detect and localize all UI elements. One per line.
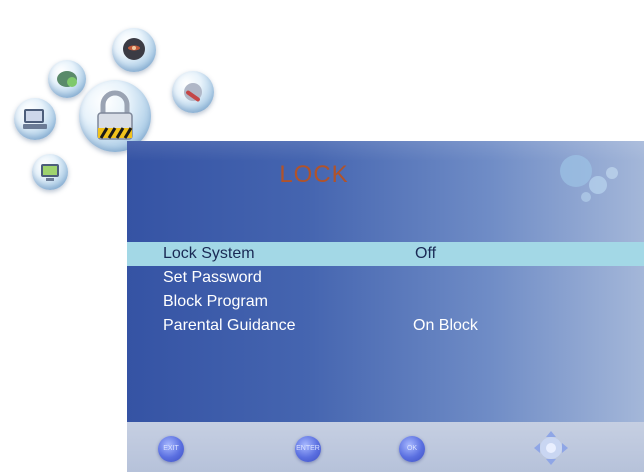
- lock-system-value: Off: [415, 245, 437, 262]
- pc-icon: [14, 98, 56, 140]
- bottom-navigation-bar: EXIT ENTER OK: [127, 422, 644, 472]
- sound-icon: [112, 28, 156, 72]
- menu-item-lock-system[interactable]: Lock System Off: [127, 242, 644, 266]
- settings-icon: [172, 71, 214, 113]
- menu-item-parental-guidance[interactable]: Parental Guidance On Block: [127, 314, 644, 338]
- menu-item-label: Lock System: [163, 245, 255, 262]
- enter-button[interactable]: ENTER: [295, 436, 321, 462]
- menu-item-label: Set Password: [163, 269, 262, 286]
- ok-button[interactable]: OK: [399, 436, 425, 462]
- menu-title: LOCK: [279, 161, 349, 188]
- lock-menu-panel: LOCK Lock System Off Set Password Block …: [127, 141, 644, 472]
- parental-guidance-value: On Block: [413, 317, 478, 334]
- exit-button[interactable]: EXIT: [158, 436, 184, 462]
- menu-item-set-password[interactable]: Set Password: [127, 266, 644, 290]
- menu-item-label: Block Program: [163, 293, 268, 310]
- menu-item-block-program[interactable]: Block Program: [127, 290, 644, 314]
- lock-menu-list: Lock System Off Set Password Block Progr…: [127, 242, 644, 338]
- bubbles-icon: [560, 155, 618, 202]
- dpad-icon[interactable]: [531, 428, 571, 468]
- menu-item-label: Parental Guidance: [163, 317, 296, 334]
- channel-icon: [32, 154, 68, 190]
